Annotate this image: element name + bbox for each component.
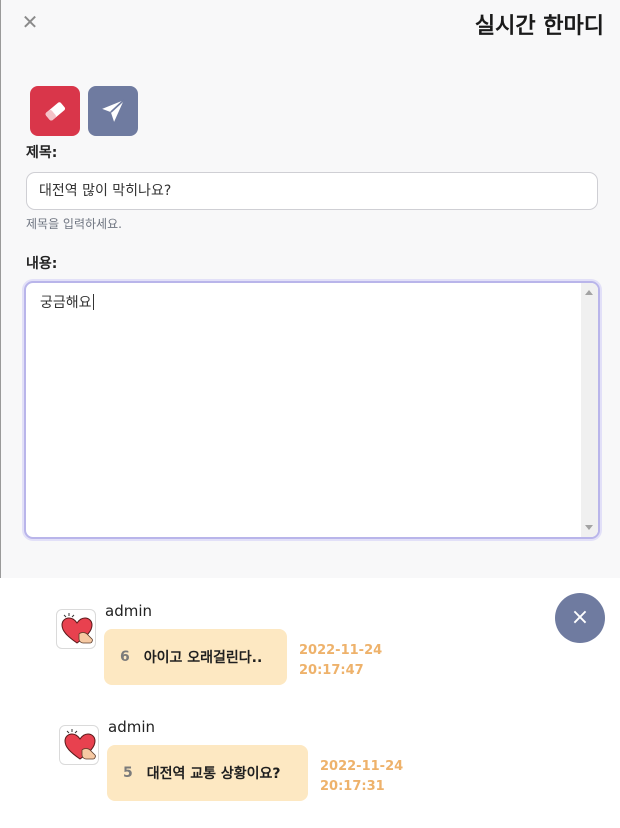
message-date: 2022-11-24: [320, 759, 404, 774]
message-text: 아이고 오래걸린다..: [143, 650, 263, 666]
message-date: 2022-11-24: [299, 643, 383, 658]
compose-panel: ✕ 실시간 한마디 제목: 대전역 많이 막히나요? 제목을 입력하세요. 내용…: [0, 0, 620, 578]
avatar: [59, 725, 99, 765]
message-author: admin: [108, 718, 155, 736]
subject-label: 제목:: [26, 145, 58, 161]
close-icon[interactable]: ✕: [19, 11, 41, 33]
eraser-icon: [45, 102, 66, 121]
page-title: 실시간 한마디: [474, 14, 604, 39]
message-time: 20:17:31: [320, 779, 385, 794]
send-button[interactable]: [88, 86, 138, 136]
textarea-scrollbar[interactable]: [581, 283, 598, 537]
message-bubble[interactable]: 6 아이고 오래걸린다..: [104, 629, 287, 685]
paper-plane-icon: [102, 99, 125, 122]
message-timestamp: 2022-11-24 20:17:31: [320, 757, 403, 797]
heart-hand-icon: [64, 729, 96, 760]
message-timestamp: 2022-11-24 20:17:47: [299, 641, 382, 681]
chat-page: ✕ 실시간 한마디 제목: 대전역 많이 막히나요? 제목을 입력하세요. 내용…: [0, 0, 620, 828]
erase-button[interactable]: [30, 86, 80, 136]
message-number: 6: [120, 649, 130, 665]
scroll-down-icon[interactable]: [585, 525, 593, 530]
scroll-up-icon[interactable]: [585, 290, 593, 295]
close-icon: ×: [570, 605, 590, 630]
content-text: 궁금해요: [40, 294, 94, 311]
message-time: 20:17:47: [299, 663, 364, 678]
content-textarea[interactable]: 궁금해요: [24, 281, 600, 539]
content-label: 내용:: [26, 256, 58, 272]
message-bubble[interactable]: 5 대전역 교통 상황이요?: [107, 745, 308, 801]
message-number: 5: [123, 765, 133, 781]
subject-input[interactable]: 대전역 많이 막히나요?: [26, 172, 598, 210]
avatar: [56, 609, 96, 649]
close-fab-button[interactable]: ×: [555, 593, 605, 643]
subject-help-text: 제목을 입력하세요.: [26, 217, 122, 231]
heart-hand-icon: [61, 613, 93, 644]
message-text: 대전역 교통 상황이요?: [146, 766, 281, 782]
message-author: admin: [105, 602, 152, 620]
